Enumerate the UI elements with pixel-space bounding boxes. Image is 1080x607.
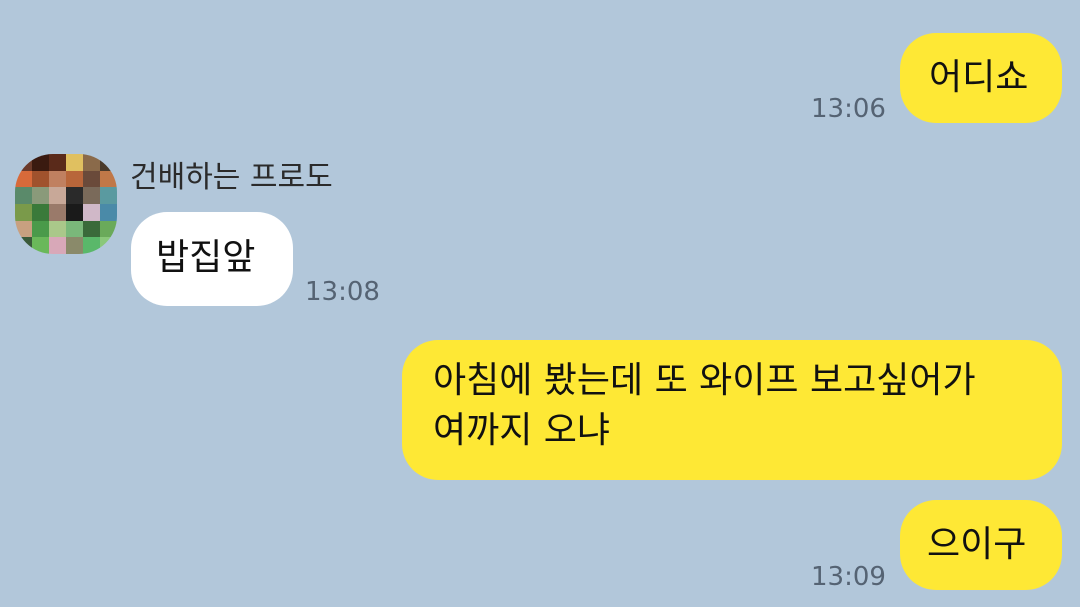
message-text: 어디쇼 <box>929 57 1029 98</box>
avatar-mosaic-cell <box>49 187 66 204</box>
avatar-mosaic-cell <box>15 154 32 171</box>
avatar-mosaic-cell <box>15 187 32 204</box>
avatar-mosaic-cell <box>83 203 100 221</box>
avatar-mosaic-cell <box>100 187 117 204</box>
avatar-mosaic-cell <box>49 237 66 254</box>
avatar-mosaic-cell <box>66 170 83 188</box>
avatar-mosaic-cell <box>49 170 66 188</box>
avatar-mosaic-cell <box>83 187 100 204</box>
sender-name: 건배하는 프로도 <box>130 160 333 195</box>
avatar-mosaic-cell <box>49 220 66 238</box>
sent-message-bubble[interactable]: 으이구 <box>900 500 1062 590</box>
avatar-mosaic-cell <box>100 220 117 238</box>
avatar-mosaic-cell <box>83 220 100 238</box>
avatar-mosaic-cell <box>66 237 83 254</box>
avatar-mosaic-cell <box>66 187 83 204</box>
avatar-mosaic-cell <box>15 237 32 254</box>
avatar[interactable] <box>15 154 117 254</box>
avatar-mosaic-cell <box>83 154 100 171</box>
sent-message-bubble[interactable]: 아침에 봤는데 또 와이프 보고싶어가 여까지 오냐 <box>402 340 1062 480</box>
avatar-mosaic-cell <box>83 170 100 188</box>
avatar-mosaic-cell <box>15 220 32 238</box>
avatar-mosaic-cell <box>100 170 117 188</box>
avatar-mosaic-cell <box>83 237 100 254</box>
message-text-line: 여까지 오냐 <box>433 410 611 451</box>
received-message-bubble[interactable]: 밥집앞 <box>131 212 293 306</box>
sent-message-bubble[interactable]: 어디쇼 <box>900 33 1062 123</box>
avatar-mosaic-cell <box>32 220 49 238</box>
avatar-mosaic-cell <box>66 220 83 238</box>
avatar-mosaic-cell <box>66 154 83 171</box>
message-timestamp: 13:06 <box>811 94 886 124</box>
message-text: 밥집앞 <box>156 237 256 278</box>
avatar-mosaic-cell <box>32 170 49 188</box>
message-timestamp: 13:09 <box>811 562 886 592</box>
avatar-mosaic-cell <box>32 237 49 254</box>
message-text-line: 아침에 봤는데 또 와이프 보고싶어가 <box>433 360 976 401</box>
avatar-mosaic-cell <box>32 187 49 204</box>
avatar-mosaic-cell <box>100 154 117 171</box>
avatar-mosaic-cell <box>100 237 117 254</box>
message-timestamp: 13:08 <box>305 277 380 307</box>
avatar-mosaic-cell <box>49 154 66 171</box>
avatar-mosaic-cell <box>32 203 49 221</box>
avatar-mosaic-cell <box>15 170 32 188</box>
avatar-mosaic-cell <box>66 203 83 221</box>
avatar-mosaic-cell <box>32 154 49 171</box>
avatar-mosaic-cell <box>100 203 117 221</box>
avatar-mosaic-cell <box>49 203 66 221</box>
avatar-mosaic-cell <box>15 203 32 221</box>
message-text: 으이구 <box>927 524 1027 565</box>
